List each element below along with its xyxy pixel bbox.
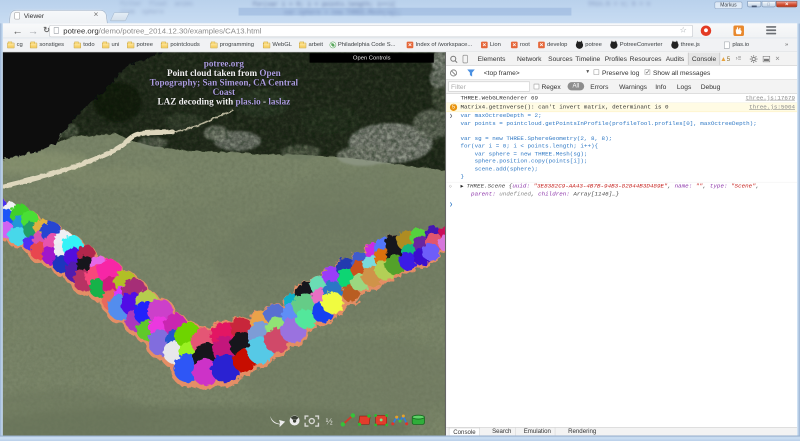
svg-text:½: ½ (326, 416, 333, 427)
